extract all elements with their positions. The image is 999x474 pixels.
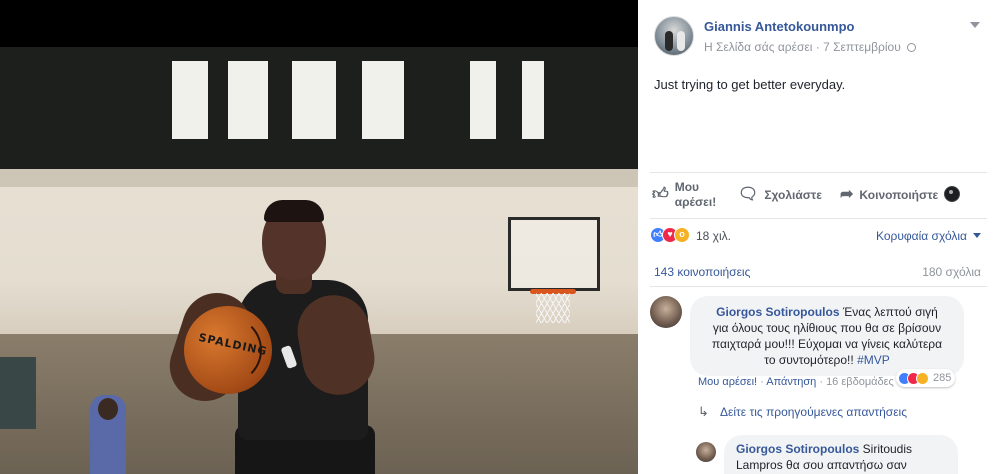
banner-letter	[362, 61, 404, 139]
link-separator: ·	[760, 376, 764, 388]
comment-actions: Μου αρέσει! · Απάντηση · 16 εβδομάδες	[698, 376, 894, 388]
page-name-link[interactable]: Giannis Antetokounmpo	[704, 19, 854, 34]
top-comments-dropdown[interactable]: Κορυφαία σχόλια	[876, 229, 981, 243]
wow-reaction-icon: o	[674, 227, 690, 243]
like-button[interactable]: 👍︎ Μου αρέσει!	[652, 175, 716, 215]
wall-sign	[0, 357, 36, 429]
reply-first-line: Giorgos Sotiropoulos Siritoudis	[736, 442, 912, 456]
banner-letter	[292, 61, 336, 139]
post-date[interactable]: 7 Σεπτεμβρίου	[823, 40, 901, 54]
comment-reply-link[interactable]: Απάντηση	[766, 376, 816, 388]
divider	[650, 218, 987, 219]
comment-label: Σχολιάστε	[764, 187, 822, 202]
comment-text-line: το συντομότερο!!	[764, 353, 854, 367]
comment-text-line: για όλους τους ηλίθιους που θα σε βρίσου…	[712, 321, 942, 335]
player-hair	[264, 200, 324, 222]
hashtag-link[interactable]: #MVP	[857, 353, 890, 367]
share-icon: ➦	[840, 186, 854, 203]
reply-text-line: Lampros θα σου απαντήσω σαν	[736, 458, 907, 472]
haha-reaction-icon	[916, 371, 929, 385]
divider	[650, 286, 987, 287]
reply-bubble: Giorgos Sotiropoulos Siritoudis Lampros …	[724, 435, 958, 474]
reply-author-name[interactable]: Giorgos Sotiropoulos	[736, 442, 859, 456]
like-label-line2: αρέσει!	[674, 195, 717, 209]
comments-count: 180 σχόλια	[922, 265, 981, 279]
ceiling-beam	[0, 169, 638, 187]
thumbs-up-icon: 👍︎	[652, 186, 669, 203]
comment-time[interactable]: 16 εβδομάδες	[826, 376, 894, 388]
post-meta: Η Σελίδα σάς αρέσει · 7 Σεπτεμβρίου	[704, 40, 917, 54]
reply-author-avatar[interactable]	[696, 442, 716, 462]
comment-icon: 🗨︎	[738, 186, 759, 203]
reactions-summary[interactable]: 👍︎ ♥ o 18 χιλ. Κορυφαία σχόλια	[650, 225, 987, 245]
share-audience-avatar[interactable]	[944, 186, 960, 202]
comment-text-line: παιχταρά μου!!! Εύχομαι να γίνεις καλύτε…	[711, 337, 943, 351]
comment-reaction-count: 285	[933, 372, 952, 384]
banner-letter	[470, 61, 496, 139]
globe-icon	[907, 43, 917, 52]
avatar-figure	[677, 31, 685, 51]
comment-like-link[interactable]: Μου αρέσει!	[698, 376, 757, 388]
reaction-count[interactable]: 18 χιλ.	[696, 229, 731, 243]
post-text: Just trying to get better everyday.	[654, 77, 846, 92]
link-separator: ·	[819, 376, 823, 388]
comment-text-line: Ένας λεπτού σιγή	[842, 305, 938, 319]
chevron-down-icon[interactable]	[970, 22, 980, 28]
view-previous-replies-link[interactable]: Δείτε τις προηγούμενες απαντήσεις	[720, 405, 907, 419]
hoop-net	[536, 293, 570, 323]
comment-last-line: το συντομότερο!! #MVP	[702, 352, 952, 368]
like-label: Μου αρέσει!	[675, 180, 716, 210]
divider	[650, 172, 987, 173]
page-avatar[interactable]	[654, 16, 694, 56]
commenter-avatar[interactable]	[650, 296, 682, 328]
post-header: Giannis Antetokounmpo Η Σελίδα σάς αρέσε…	[654, 14, 984, 58]
comment-bubble: Giorgos Sotiropoulos Ένας λεπτού σιγή γι…	[690, 296, 964, 376]
gym-banner	[0, 47, 638, 169]
post-side-panel: Giannis Antetokounmpo Η Σελίδα σάς αρέσε…	[638, 0, 999, 474]
banner-letter	[228, 61, 268, 139]
comment-button[interactable]: 🗨︎ Σχολιάστε	[738, 175, 822, 215]
liked-status: Η Σελίδα σάς αρέσει	[704, 40, 813, 54]
engagement-counts: 143 κοινοποιήσεις 180 σχόλια	[650, 262, 987, 280]
shares-count-link[interactable]: 143 κοινοποιήσεις	[654, 265, 750, 279]
comment-first-line: Giorgos Sotiropoulos Ένας λεπτού σιγή	[702, 304, 952, 320]
reply-text-line: Siritoudis	[862, 442, 913, 456]
avatar-figure	[665, 31, 673, 51]
background-person-head	[98, 398, 118, 420]
share-button[interactable]: ➦ Κοινοποιήστε	[840, 175, 938, 215]
comment-reactions[interactable]: 285	[896, 369, 956, 387]
like-label-line1: Μου	[674, 180, 700, 194]
backboard	[508, 217, 600, 291]
banner-letter	[172, 61, 208, 139]
share-label: Κοινοποιήστε	[859, 187, 939, 202]
meta-separator: ·	[815, 40, 820, 54]
commenter-name[interactable]: Giorgos Sotiropoulos	[716, 305, 839, 319]
banner-letter	[522, 61, 544, 139]
reply-arrow-icon: ↳	[698, 404, 709, 419]
post-photo[interactable]: SPALDING	[0, 0, 638, 474]
